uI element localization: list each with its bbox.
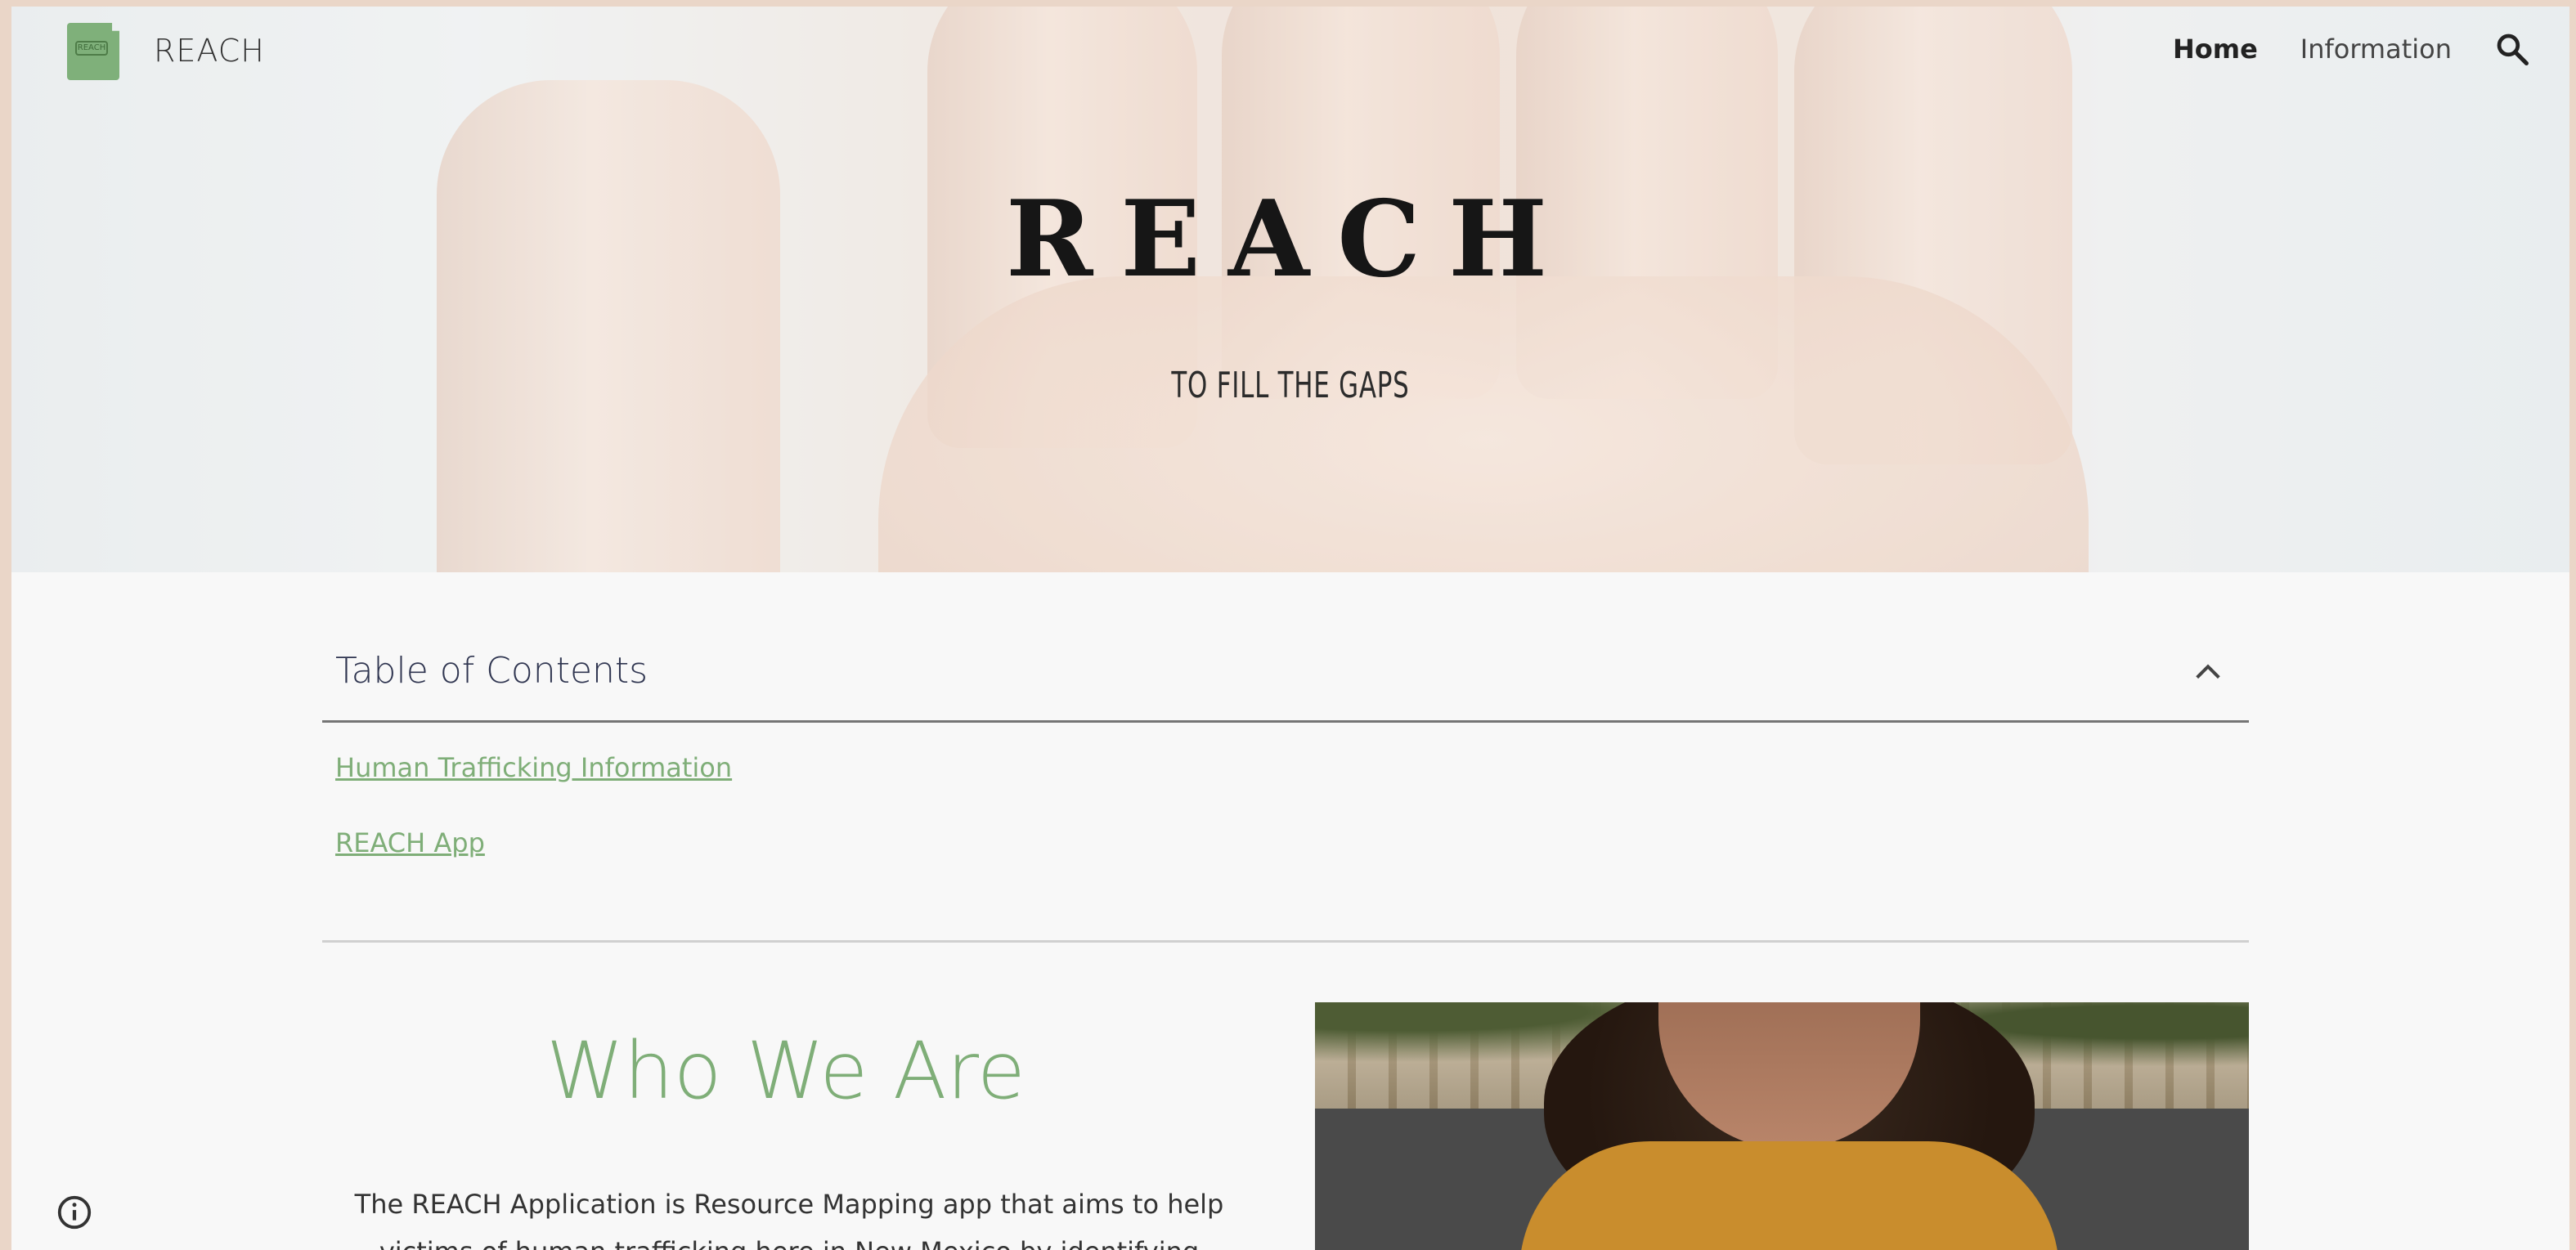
section-divider [322,940,2249,943]
search-icon[interactable] [2494,31,2530,67]
toc-header[interactable]: Table of Contents [322,621,2249,723]
section-title: Who We Are [546,1025,1025,1117]
chevron-up-icon[interactable] [2192,656,2224,688]
hero-subtitle: TO FILL THE GAPS [1171,365,1410,406]
top-navigation: REACH REACH Home Information [11,7,2569,96]
page-viewport: REACH TO FILL THE GAPS REACH REACH Home … [11,7,2569,1250]
who-we-are-photo [1315,1002,2249,1250]
photo-person-shirt [1519,1141,2059,1250]
nav-links: Home Information [2173,31,2569,67]
site-logo[interactable]: REACH [64,21,123,80]
site-brand[interactable]: REACH REACH [64,21,265,80]
section-body-text: The REACH Application is Resource Mappin… [354,1189,1224,1250]
nav-link-information[interactable]: Information [2300,34,2452,65]
nav-link-home[interactable]: Home [2173,34,2258,65]
site-name[interactable]: REACH [154,33,265,69]
toc-links: Human Trafficking Information REACH App [335,752,732,903]
info-icon[interactable] [56,1194,93,1231]
toc-link-human-trafficking-information[interactable]: Human Trafficking Information [335,752,732,783]
toc-title: Table of Contents [335,650,648,692]
toc-link-reach-app[interactable]: REACH App [335,827,732,858]
logo-text: REACH [75,41,108,56]
hero-title: REACH [1005,178,1576,301]
